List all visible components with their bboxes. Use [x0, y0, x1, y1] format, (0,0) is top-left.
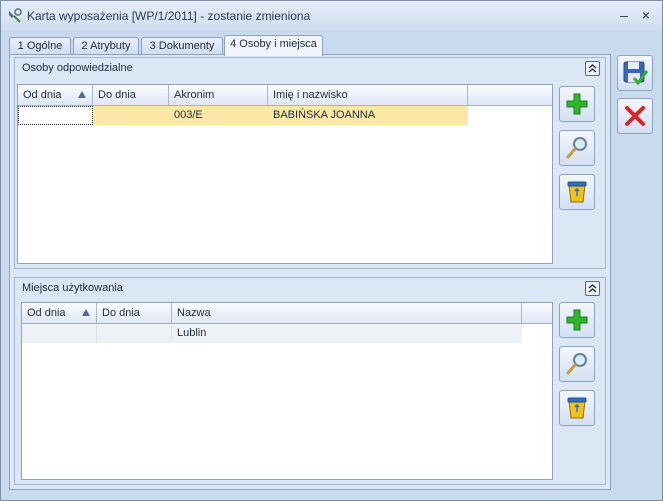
- save-icon: [623, 61, 648, 86]
- table-header: Od dnia Do dnia Akronim Imię i nazwisko: [18, 85, 552, 106]
- group-header: Osoby odpowiedzialne: [15, 58, 605, 78]
- minimize-button[interactable]: –: [616, 7, 632, 23]
- cell-imie-nazwisko[interactable]: BABIŃSKA JOANNA: [268, 106, 468, 125]
- column-label: Akronim: [174, 89, 215, 101]
- tab-label: 1 Ogólne: [17, 40, 63, 52]
- cell-do-dnia[interactable]: [97, 324, 172, 343]
- add-icon: [566, 93, 588, 115]
- column-header-od-dnia[interactable]: Od dnia: [22, 303, 97, 323]
- column-label: Do dnia: [98, 89, 136, 101]
- delete-icon: [567, 181, 587, 203]
- tab-panel: Osoby odpowiedzialne Od dnia Do dnia Akr…: [9, 54, 611, 490]
- tab-atrybuty[interactable]: 2 Atrybuty: [73, 37, 139, 55]
- table-row[interactable]: 003/E BABIŃSKA JOANNA: [18, 106, 468, 125]
- column-label: Nazwa: [177, 307, 211, 319]
- column-label: Do dnia: [102, 307, 140, 319]
- group-places: Miejsca użytkowania Od dnia Do dnia Nazw…: [14, 277, 606, 485]
- add-icon: [566, 309, 588, 331]
- sort-ascending-icon: [78, 91, 86, 98]
- group-title: Miejsca użytkowania: [22, 282, 123, 294]
- cell-akronim[interactable]: 003/E: [169, 106, 268, 125]
- cell-od-dnia[interactable]: [22, 324, 97, 343]
- column-header-do-dnia[interactable]: Do dnia: [97, 303, 172, 323]
- column-label: Od dnia: [27, 307, 66, 319]
- collapse-button[interactable]: [585, 281, 600, 296]
- tools-icon: [9, 8, 22, 23]
- collapse-button[interactable]: [585, 61, 600, 76]
- tab-label: 4 Osoby i miejsca: [230, 38, 317, 50]
- persons-table: Od dnia Do dnia Akronim Imię i nazwisko …: [17, 84, 553, 264]
- delete-place-button[interactable]: [559, 390, 595, 426]
- tab-ogolne[interactable]: 1 Ogólne: [9, 37, 71, 55]
- places-table: Od dnia Do dnia Nazwa Lublin: [21, 302, 553, 480]
- delete-icon: [567, 397, 587, 419]
- view-person-button[interactable]: [559, 130, 595, 166]
- column-header-nazwa[interactable]: Nazwa: [172, 303, 522, 323]
- column-label: Imię i nazwisko: [273, 89, 348, 101]
- window: Karta wyposażenia [WP/1/2011] - zostanie…: [0, 0, 663, 501]
- cell-do-dnia[interactable]: [93, 106, 169, 125]
- add-place-button[interactable]: [559, 302, 595, 338]
- delete-person-button[interactable]: [559, 174, 595, 210]
- tab-label: 3 Dokumenty: [149, 40, 215, 52]
- group-header: Miejsca użytkowania: [15, 278, 605, 298]
- collapse-chevron-icon: [588, 64, 597, 73]
- window-title: Karta wyposażenia [WP/1/2011] - zostanie…: [27, 9, 311, 23]
- column-header-akronim[interactable]: Akronim: [169, 85, 268, 105]
- column-header-do-dnia[interactable]: Do dnia: [93, 85, 169, 105]
- column-header-od-dnia[interactable]: Od dnia: [18, 85, 93, 105]
- cancel-icon: [625, 106, 645, 126]
- table-header: Od dnia Do dnia Nazwa: [22, 303, 552, 324]
- group-persons: Osoby odpowiedzialne Od dnia Do dnia Akr…: [14, 57, 606, 269]
- sort-ascending-icon: [82, 309, 90, 316]
- column-header-imie-nazwisko[interactable]: Imię i nazwisko: [268, 85, 468, 105]
- collapse-chevron-icon: [588, 284, 597, 293]
- search-icon: [566, 353, 587, 375]
- tab-label: 2 Atrybuty: [81, 40, 131, 52]
- cell-od-dnia[interactable]: [18, 106, 93, 125]
- view-place-button[interactable]: [559, 346, 595, 382]
- close-button[interactable]: ×: [638, 7, 654, 23]
- cancel-button[interactable]: [617, 98, 653, 134]
- cell-nazwa[interactable]: Lublin: [172, 324, 522, 343]
- add-person-button[interactable]: [559, 86, 595, 122]
- search-icon: [566, 137, 587, 159]
- save-button[interactable]: [617, 55, 653, 91]
- group-title: Osoby odpowiedzialne: [22, 62, 133, 74]
- table-row[interactable]: Lublin: [22, 324, 522, 343]
- title-bar: Karta wyposażenia [WP/1/2011] - zostanie…: [1, 1, 662, 31]
- column-label: Od dnia: [23, 89, 62, 101]
- tab-osoby-i-miejsca[interactable]: 4 Osoby i miejsca: [224, 35, 323, 56]
- tab-dokumenty[interactable]: 3 Dokumenty: [141, 37, 223, 55]
